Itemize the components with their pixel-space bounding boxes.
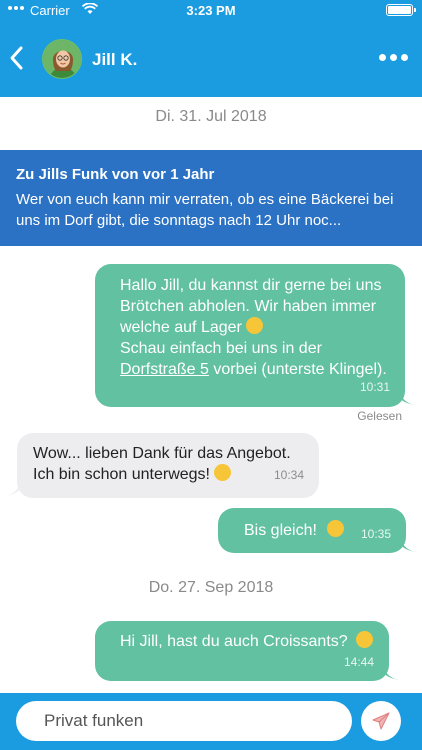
composer-bar	[0, 693, 422, 750]
outgoing-message[interactable]: Hi Jill, hast du auch Croissants? 14:44	[95, 621, 389, 681]
bubble-tail	[5, 482, 21, 496]
top-bar: Carrier 3:23 PM Jill K.	[0, 0, 422, 97]
outgoing-message[interactable]: Bis gleich! 10:35	[218, 508, 406, 553]
message-text: Bis gleich!	[244, 522, 317, 539]
message-text: Hi Jill, hast du auch Croissants?	[120, 633, 348, 650]
message-line: Hallo Jill, du kannst dir gerne bei uns	[120, 277, 382, 294]
contact-name[interactable]: Jill K.	[92, 50, 137, 70]
chat-area[interactable]: Di. 31. Jul 2018 Zu Jills Funk von vor 1…	[0, 97, 422, 693]
winking-face-emoji-icon	[246, 317, 264, 334]
bubble-tail	[400, 538, 416, 552]
bubble-tail	[383, 666, 399, 680]
message-line: Brötchen abholen. Wir haben immer	[120, 298, 377, 315]
back-chevron-icon[interactable]	[6, 42, 28, 74]
more-options-icon[interactable]	[379, 54, 408, 61]
send-icon	[372, 712, 390, 730]
address-link[interactable]: Dorfstraße 5	[120, 361, 209, 378]
banner-text: Wer von euch kann mir verraten, ob es ei…	[16, 191, 394, 229]
clock: 3:23 PM	[186, 3, 236, 18]
read-receipt: Gelesen	[357, 409, 402, 423]
message-time: 14:44	[343, 655, 374, 669]
outgoing-message[interactable]: Hallo Jill, du kannst dir gerne bei uns …	[95, 264, 405, 407]
message-line: welche auf Lager	[120, 317, 405, 338]
smiling-face-emoji-icon	[327, 520, 345, 537]
date-separator: Do. 27. Sep 2018	[148, 579, 274, 596]
message-time: 10:34	[273, 468, 304, 482]
chat-header: Jill K.	[0, 22, 422, 97]
date-separator: Di. 31. Jul 2018	[155, 108, 267, 125]
incoming-message[interactable]: Wow... lieben Dank für das Angebot. Ich …	[17, 433, 319, 498]
message-line: Wow... lieben Dank für das Angebot.	[33, 445, 291, 462]
message-time: 10:31	[359, 380, 390, 394]
message-line: Schau einfach bei uns in der	[120, 340, 322, 357]
banner-title: Zu Jills Funk von vor 1 Jahr	[16, 166, 215, 183]
battery-icon	[386, 4, 416, 16]
bubble-tail	[399, 391, 415, 405]
memory-banner[interactable]: Zu Jills Funk von vor 1 Jahr Wer von euc…	[0, 150, 422, 246]
send-button[interactable]	[361, 701, 401, 741]
message-time: 10:35	[360, 527, 391, 541]
smiling-face-emoji-icon	[214, 464, 232, 481]
status-bar: Carrier 3:23 PM	[0, 0, 422, 22]
avatar[interactable]	[42, 39, 82, 79]
heart-eyes-emoji-icon	[356, 631, 374, 648]
message-input[interactable]	[16, 701, 352, 741]
